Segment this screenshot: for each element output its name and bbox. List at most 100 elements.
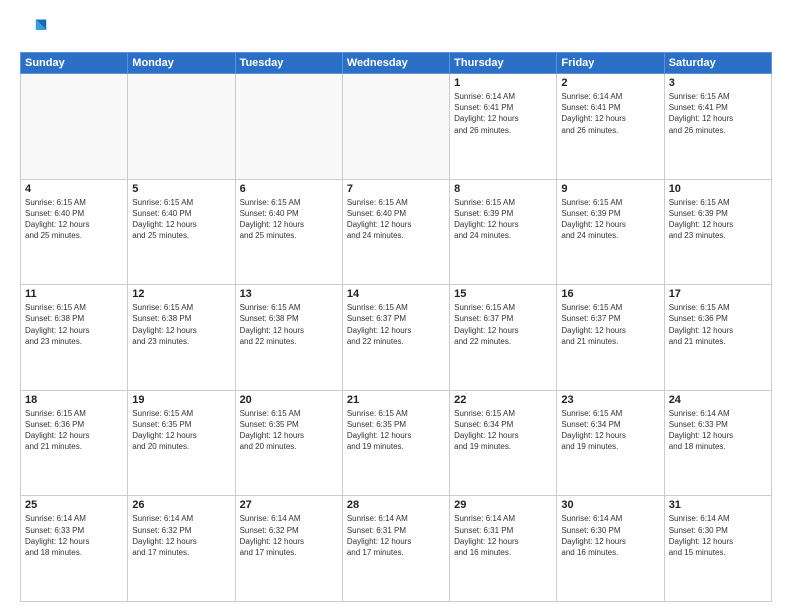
- day-number: 1: [454, 77, 552, 89]
- day-info: Sunrise: 6:14 AM Sunset: 6:30 PM Dayligh…: [669, 513, 767, 558]
- day-number: 9: [561, 183, 659, 195]
- calendar-cell: 7Sunrise: 6:15 AM Sunset: 6:40 PM Daylig…: [342, 179, 449, 285]
- calendar-cell: 21Sunrise: 6:15 AM Sunset: 6:35 PM Dayli…: [342, 390, 449, 496]
- weekday-header-tuesday: Tuesday: [235, 53, 342, 74]
- calendar-cell: 23Sunrise: 6:15 AM Sunset: 6:34 PM Dayli…: [557, 390, 664, 496]
- calendar-cell: 9 Sunrise: 6:15 AM Sunset: 6:39 PM Daylig…: [557, 179, 664, 285]
- day-number: 17: [669, 288, 767, 300]
- day-number: 2: [561, 77, 659, 89]
- week-row-3: 11 Sunrise: 6:15 AM Sunset: 6:38 PM Dayli…: [21, 285, 772, 391]
- day-number: 21: [347, 394, 445, 406]
- calendar-cell: 6 Sunrise: 6:15 AM Sunset: 6:40 PM Daylig…: [235, 179, 342, 285]
- day-info: Sunrise: 6:14 AM Sunset: 6:33 PM Dayligh…: [669, 408, 767, 453]
- calendar-cell: 31 Sunrise: 6:14 AM Sunset: 6:30 PM Dayli…: [664, 496, 771, 602]
- day-number: 8: [454, 183, 552, 195]
- day-number: 11: [25, 288, 123, 300]
- calendar-cell: 17 Sunrise: 6:15 AM Sunset: 6:36 PM Dayli…: [664, 285, 771, 391]
- weekday-header-row: SundayMondayTuesdayWednesdayThursdayFrid…: [21, 53, 772, 74]
- calendar-table: SundayMondayTuesdayWednesdayThursdayFrid…: [20, 52, 772, 602]
- day-info: Sunrise: 6:15 AM Sunset: 6:40 PM Dayligh…: [132, 197, 230, 242]
- day-info: Sunrise: 6:15 AM Sunset: 6:37 PM Dayligh…: [347, 302, 445, 347]
- day-info: Sunrise: 6:15 AM Sunset: 6:36 PM Dayligh…: [669, 302, 767, 347]
- day-number: 18: [25, 394, 123, 406]
- weekday-header-monday: Monday: [128, 53, 235, 74]
- day-number: 3: [669, 77, 767, 89]
- logo-icon: [20, 16, 48, 44]
- calendar-cell: 20 Sunrise: 6:15 AM Sunset: 6:35 PM Dayli…: [235, 390, 342, 496]
- calendar-cell: 2 Sunrise: 6:14 AM Sunset: 6:41 PM Daylig…: [557, 74, 664, 180]
- calendar-cell: 16Sunrise: 6:15 AM Sunset: 6:37 PM Dayli…: [557, 285, 664, 391]
- calendar-cell: 19Sunrise: 6:15 AM Sunset: 6:35 PM Dayli…: [128, 390, 235, 496]
- day-info: Sunrise: 6:14 AM Sunset: 6:30 PM Dayligh…: [561, 513, 659, 558]
- day-number: 16: [561, 288, 659, 300]
- calendar-cell: 26Sunrise: 6:14 AM Sunset: 6:32 PM Dayli…: [128, 496, 235, 602]
- calendar-cell: 4Sunrise: 6:15 AM Sunset: 6:40 PM Daylig…: [21, 179, 128, 285]
- day-info: Sunrise: 6:15 AM Sunset: 6:41 PM Dayligh…: [669, 91, 767, 136]
- day-info: Sunrise: 6:15 AM Sunset: 6:39 PM Dayligh…: [454, 197, 552, 242]
- day-number: 24: [669, 394, 767, 406]
- day-number: 12: [132, 288, 230, 300]
- day-number: 27: [240, 499, 338, 511]
- header: [20, 16, 772, 44]
- logo: [20, 16, 52, 44]
- calendar-cell: 8 Sunrise: 6:15 AM Sunset: 6:39 PM Daylig…: [450, 179, 557, 285]
- day-number: 19: [132, 394, 230, 406]
- day-info: Sunrise: 6:15 AM Sunset: 6:34 PM Dayligh…: [454, 408, 552, 453]
- day-number: 22: [454, 394, 552, 406]
- calendar-cell: [342, 74, 449, 180]
- week-row-4: 18 Sunrise: 6:15 AM Sunset: 6:36 PM Dayli…: [21, 390, 772, 496]
- calendar-cell: 10Sunrise: 6:15 AM Sunset: 6:39 PM Dayli…: [664, 179, 771, 285]
- day-number: 14: [347, 288, 445, 300]
- day-info: Sunrise: 6:14 AM Sunset: 6:41 PM Dayligh…: [561, 91, 659, 136]
- calendar-cell: [128, 74, 235, 180]
- day-info: Sunrise: 6:14 AM Sunset: 6:32 PM Dayligh…: [240, 513, 338, 558]
- day-info: Sunrise: 6:15 AM Sunset: 6:40 PM Dayligh…: [240, 197, 338, 242]
- day-info: Sunrise: 6:15 AM Sunset: 6:38 PM Dayligh…: [132, 302, 230, 347]
- day-info: Sunrise: 6:14 AM Sunset: 6:41 PM Dayligh…: [454, 91, 552, 136]
- day-info: Sunrise: 6:15 AM Sunset: 6:39 PM Dayligh…: [561, 197, 659, 242]
- day-info: Sunrise: 6:15 AM Sunset: 6:39 PM Dayligh…: [669, 197, 767, 242]
- day-info: Sunrise: 6:15 AM Sunset: 6:35 PM Dayligh…: [240, 408, 338, 453]
- weekday-header-saturday: Saturday: [664, 53, 771, 74]
- day-number: 5: [132, 183, 230, 195]
- calendar-cell: 22 Sunrise: 6:15 AM Sunset: 6:34 PM Dayli…: [450, 390, 557, 496]
- day-info: Sunrise: 6:15 AM Sunset: 6:38 PM Dayligh…: [240, 302, 338, 347]
- week-row-2: 4 Sunrise: 6:15 AM Sunset: 6:40 PM Daylig…: [21, 179, 772, 285]
- calendar-cell: 18 Sunrise: 6:15 AM Sunset: 6:36 PM Dayli…: [21, 390, 128, 496]
- weekday-header-friday: Friday: [557, 53, 664, 74]
- calendar-cell: 1 Sunrise: 6:14 AM Sunset: 6:41 PM Daylig…: [450, 74, 557, 180]
- calendar-cell: 11 Sunrise: 6:15 AM Sunset: 6:38 PM Dayli…: [21, 285, 128, 391]
- calendar-cell: 24 Sunrise: 6:14 AM Sunset: 6:33 PM Dayli…: [664, 390, 771, 496]
- day-info: Sunrise: 6:15 AM Sunset: 6:36 PM Dayligh…: [25, 408, 123, 453]
- day-number: 6: [240, 183, 338, 195]
- day-number: 20: [240, 394, 338, 406]
- week-row-5: 25Sunrise: 6:14 AM Sunset: 6:33 PM Dayli…: [21, 496, 772, 602]
- calendar-cell: 25Sunrise: 6:14 AM Sunset: 6:33 PM Dayli…: [21, 496, 128, 602]
- calendar-cell: [235, 74, 342, 180]
- day-number: 31: [669, 499, 767, 511]
- day-number: 30: [561, 499, 659, 511]
- calendar-cell: 12 Sunrise: 6:15 AM Sunset: 6:38 PM Dayli…: [128, 285, 235, 391]
- week-row-1: 1 Sunrise: 6:14 AM Sunset: 6:41 PM Daylig…: [21, 74, 772, 180]
- day-number: 4: [25, 183, 123, 195]
- weekday-header-wednesday: Wednesday: [342, 53, 449, 74]
- day-number: 7: [347, 183, 445, 195]
- weekday-header-thursday: Thursday: [450, 53, 557, 74]
- day-info: Sunrise: 6:15 AM Sunset: 6:38 PM Dayligh…: [25, 302, 123, 347]
- page: SundayMondayTuesdayWednesdayThursdayFrid…: [0, 0, 792, 612]
- calendar-cell: 15Sunrise: 6:15 AM Sunset: 6:37 PM Dayli…: [450, 285, 557, 391]
- day-info: Sunrise: 6:14 AM Sunset: 6:32 PM Dayligh…: [132, 513, 230, 558]
- day-info: Sunrise: 6:14 AM Sunset: 6:31 PM Dayligh…: [347, 513, 445, 558]
- day-number: 25: [25, 499, 123, 511]
- calendar-cell: 5 Sunrise: 6:15 AM Sunset: 6:40 PM Daylig…: [128, 179, 235, 285]
- calendar-cell: 27 Sunrise: 6:14 AM Sunset: 6:32 PM Dayli…: [235, 496, 342, 602]
- calendar-cell: 14 Sunrise: 6:15 AM Sunset: 6:37 PM Dayli…: [342, 285, 449, 391]
- day-info: Sunrise: 6:14 AM Sunset: 6:31 PM Dayligh…: [454, 513, 552, 558]
- calendar-cell: 29Sunrise: 6:14 AM Sunset: 6:31 PM Dayli…: [450, 496, 557, 602]
- calendar-cell: 28Sunrise: 6:14 AM Sunset: 6:31 PM Dayli…: [342, 496, 449, 602]
- calendar-cell: [21, 74, 128, 180]
- calendar-cell: 30 Sunrise: 6:14 AM Sunset: 6:30 PM Dayli…: [557, 496, 664, 602]
- day-number: 13: [240, 288, 338, 300]
- day-info: Sunrise: 6:15 AM Sunset: 6:37 PM Dayligh…: [454, 302, 552, 347]
- day-number: 23: [561, 394, 659, 406]
